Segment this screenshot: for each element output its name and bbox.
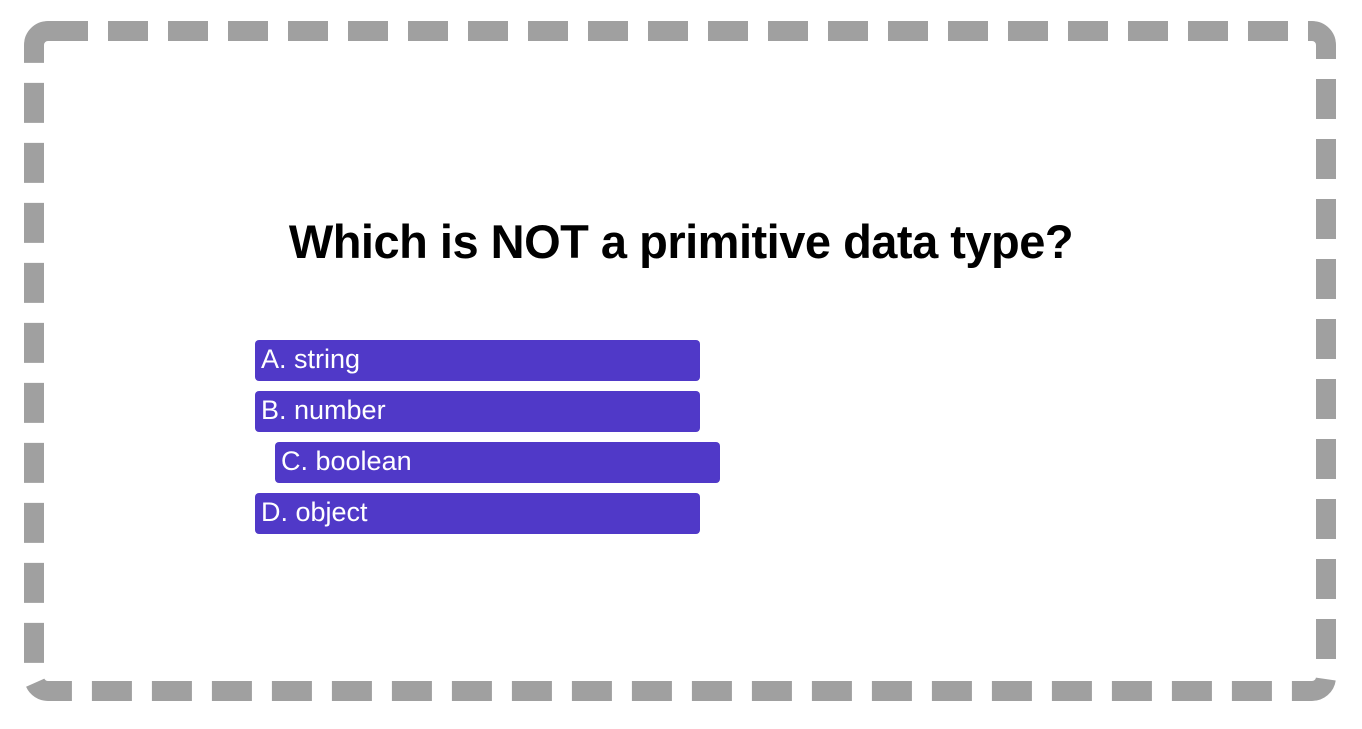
option-d-button[interactable]: D. object <box>255 493 700 534</box>
option-c-button[interactable]: C. boolean <box>275 442 720 483</box>
answer-options: A. string B. number C. boolean D. object <box>0 0 1362 729</box>
option-a-button[interactable]: A. string <box>255 340 700 381</box>
option-b-button[interactable]: B. number <box>255 391 700 432</box>
